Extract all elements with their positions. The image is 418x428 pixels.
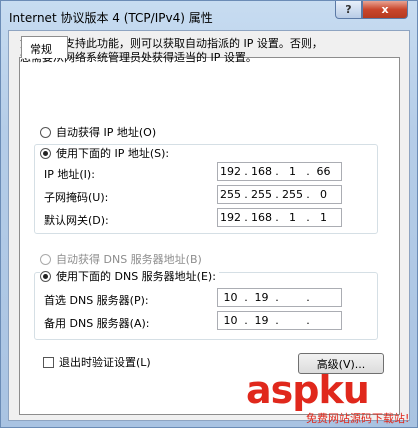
octet: 192 — [220, 211, 241, 224]
alternate-dns-input[interactable]: 10. 19. . — [217, 311, 342, 330]
octet: 66 — [316, 165, 331, 178]
manual-dns-radio[interactable]: 使用下面的 DNS 服务器地址(E): — [40, 268, 219, 284]
octet: 255 — [220, 188, 241, 201]
octet: 19 — [254, 314, 269, 327]
preferred-dns-input[interactable]: 10. 19. . — [217, 288, 342, 307]
watermark-sub: 免费网站源码下载站! — [306, 412, 410, 425]
close-icon: x — [381, 3, 389, 16]
auto-dns-label: 自动获得 DNS 服务器地址(B) — [56, 253, 202, 266]
octet: 255 — [251, 188, 272, 201]
tab-general[interactable]: 常规 — [21, 36, 68, 58]
octet: 192 — [220, 165, 241, 178]
gateway-label: 默认网关(D): — [44, 214, 109, 227]
help-button[interactable]: ? — [335, 1, 362, 19]
auto-dns-radio[interactable]: 自动获得 DNS 服务器地址(B) — [40, 251, 202, 267]
octet: 10 — [223, 314, 238, 327]
manual-dns-label: 使用下面的 DNS 服务器地址(E): — [56, 270, 216, 283]
watermark-logo: aspku 免费网站源码下载站! — [246, 370, 416, 426]
octet: 0 — [320, 188, 327, 201]
auto-ip-radio[interactable]: 自动获得 IP 地址(O) — [40, 124, 156, 140]
octet: 1 — [320, 211, 327, 224]
octet: 1 — [289, 211, 296, 224]
checkbox-icon — [43, 356, 54, 368]
radio-selected-icon — [40, 147, 51, 159]
validate-label: 退出时验证设置(L) — [59, 356, 151, 369]
alternate-dns-label: 备用 DNS 服务器(A): — [44, 317, 150, 330]
close-button[interactable]: x — [362, 1, 408, 19]
manual-ip-label: 使用下面的 IP 地址(S): — [56, 147, 170, 160]
octet: 10 — [223, 291, 238, 304]
window-title: Internet 协议版本 4 (TCP/IPv4) 属性 — [9, 11, 213, 25]
octet: 168 — [251, 165, 272, 178]
gateway-input[interactable]: 192. 168. 1. 1 — [217, 208, 342, 227]
ip-address-input[interactable]: 192. 168. 1. 66 — [217, 162, 342, 181]
auto-ip-label: 自动获得 IP 地址(O) — [56, 126, 157, 139]
radio-icon — [40, 253, 51, 265]
ip-address-label: IP 地址(I): — [44, 168, 95, 181]
help-icon: ? — [345, 3, 352, 16]
octet: 1 — [289, 165, 296, 178]
radio-selected-icon — [40, 270, 51, 282]
validate-checkbox[interactable]: 退出时验证设置(L) — [43, 354, 151, 370]
octet: 19 — [254, 291, 269, 304]
octet: 168 — [251, 211, 272, 224]
title-bar[interactable]: Internet 协议版本 4 (TCP/IPv4) 属性 ? x — [1, 1, 417, 31]
preferred-dns-label: 首选 DNS 服务器(P): — [44, 294, 149, 307]
watermark-main: aspku — [246, 368, 370, 412]
manual-ip-radio[interactable]: 使用下面的 IP 地址(S): — [40, 145, 173, 161]
subnet-mask-input[interactable]: 255. 255. 255. 0 — [217, 185, 342, 204]
radio-icon — [40, 126, 51, 138]
subnet-mask-label: 子网掩码(U): — [44, 191, 109, 204]
octet: 255 — [282, 188, 303, 201]
